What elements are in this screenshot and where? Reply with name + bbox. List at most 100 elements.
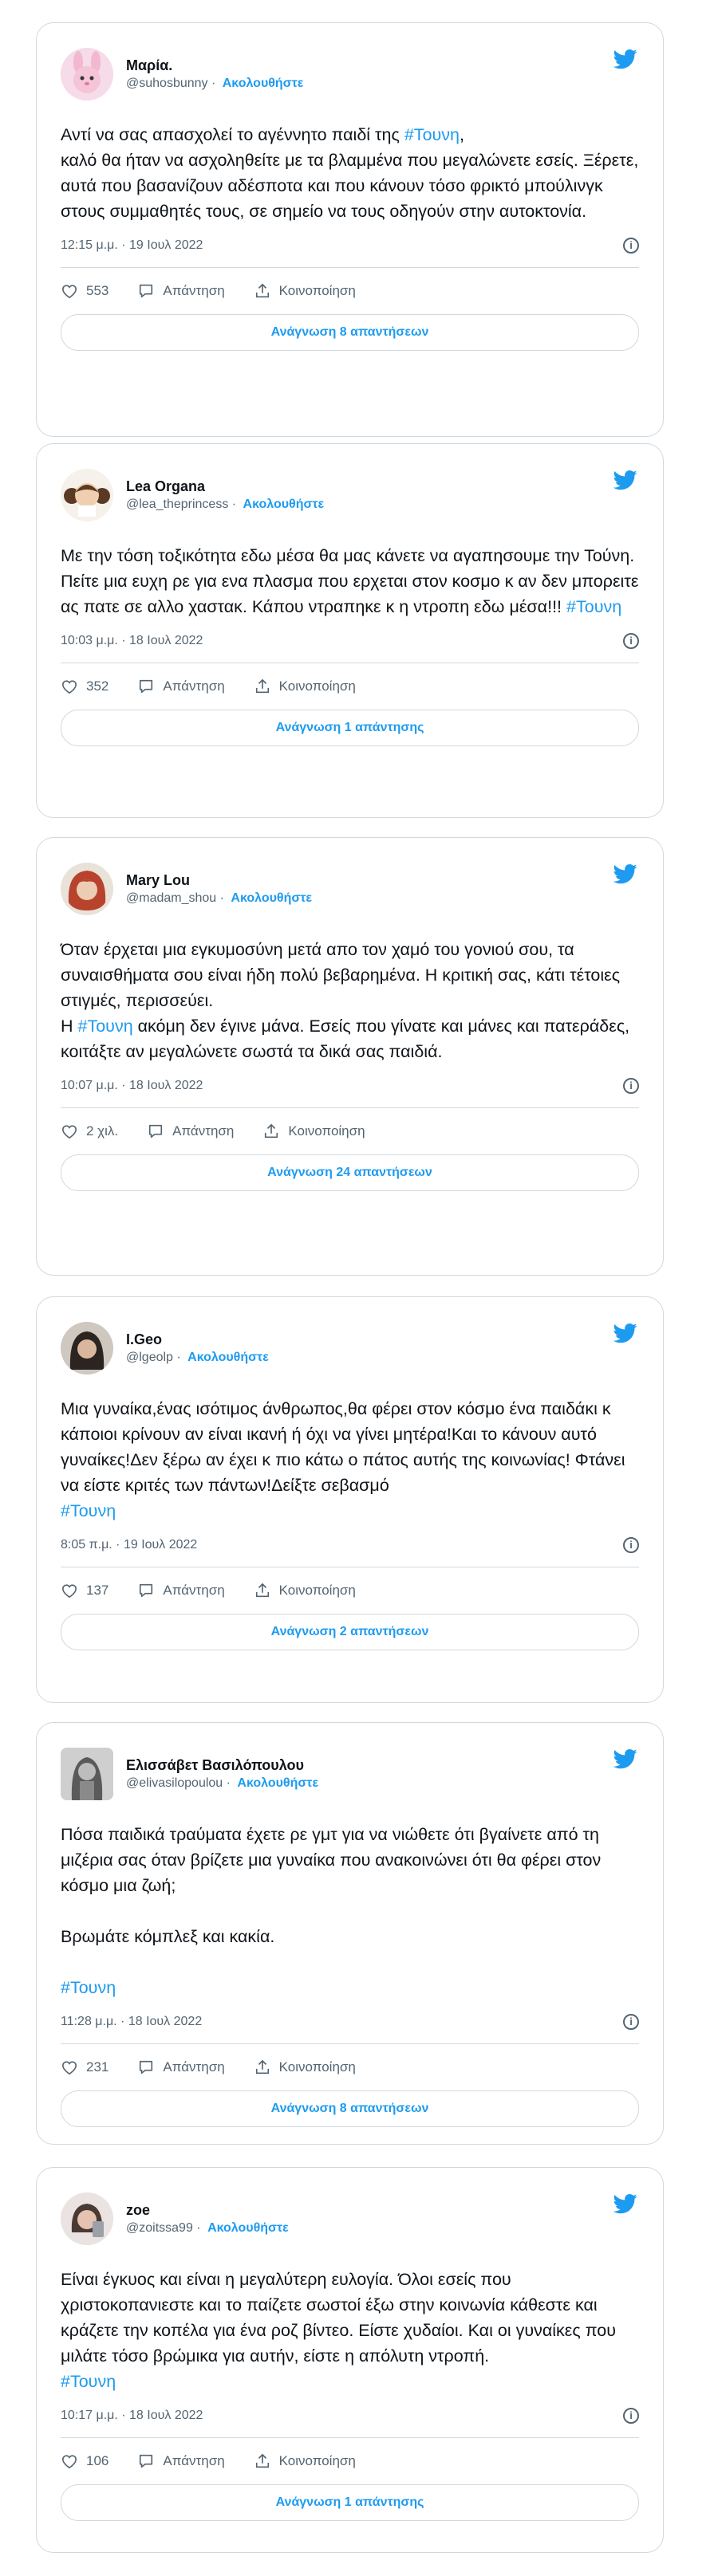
like-count: 231 bbox=[86, 2059, 109, 2075]
tweet-header: Mary Lou @madam_shou · Ακολουθήστε bbox=[61, 859, 639, 919]
follow-button[interactable]: Ακολουθήστε bbox=[231, 891, 312, 905]
author-handle[interactable]: @suhosbunny bbox=[126, 77, 208, 90]
tweet-text: Μια γυναίκα,ένας ισότιμος άνθρωπος,θα φέ… bbox=[61, 1399, 625, 1520]
heart-icon bbox=[61, 285, 77, 299]
author-name[interactable]: zoe bbox=[126, 2200, 612, 2220]
tweet-text: Αντί να σας απασχολεί το αγέννητο παιδί … bbox=[61, 125, 639, 221]
author-name[interactable]: Ελισσάβετ Βασιλόπουλου bbox=[126, 1756, 612, 1775]
share-icon bbox=[265, 1123, 278, 1139]
heart-icon bbox=[61, 1584, 77, 1599]
like-button[interactable]: 231 bbox=[61, 2059, 108, 2075]
hashtag-link[interactable]: #Τουνη bbox=[404, 125, 460, 144]
hashtag-link[interactable]: #Τουνη bbox=[566, 597, 621, 616]
tweet-header: I.Geo @lgeolp · Ακολουθήστε bbox=[61, 1318, 639, 1378]
twitter-bird-icon[interactable] bbox=[612, 862, 639, 886]
info-icon[interactable]: i bbox=[623, 2408, 639, 2424]
like-count: 553 bbox=[86, 283, 109, 298]
info-icon[interactable]: i bbox=[623, 2014, 639, 2030]
reply-button[interactable]: Απάντηση bbox=[137, 2453, 225, 2469]
twitter-bird-icon[interactable] bbox=[612, 1321, 639, 1345]
follow-button[interactable]: Ακολουθήστε bbox=[187, 1351, 269, 1364]
hashtag-link[interactable]: #Τουνη bbox=[61, 1501, 116, 1520]
twitter-bird-icon[interactable] bbox=[612, 2192, 639, 2216]
grayscale-portrait-icon[interactable] bbox=[61, 1748, 113, 1800]
follow-button[interactable]: Ακολουθήστε bbox=[237, 1776, 318, 1790]
read-replies-button[interactable]: Ανάγνωση 24 απαντήσεων bbox=[61, 1154, 639, 1191]
info-icon[interactable]: i bbox=[623, 1078, 639, 1094]
reply-button[interactable]: Απάντηση bbox=[147, 1123, 234, 1139]
author-name[interactable]: Μαρία. bbox=[126, 56, 612, 75]
tweet-header: Μαρία. @suhosbunny · Ακολουθήστε bbox=[61, 44, 639, 104]
twitter-bird-icon[interactable] bbox=[612, 468, 639, 492]
tweet-text: Με την τόση τοξικότητα εδω μέσα θα μας κ… bbox=[61, 546, 639, 616]
hashtag-link[interactable]: #Τουνη bbox=[61, 2372, 116, 2391]
author-name[interactable]: I.Geo bbox=[126, 1330, 612, 1349]
tweet-header: Ελισσάβετ Βασιλόπουλου @elivasilopoulou … bbox=[61, 1744, 639, 1804]
share-button[interactable]: Κοινοποίηση bbox=[254, 678, 356, 694]
reply-button[interactable]: Απάντηση bbox=[137, 2059, 225, 2075]
heart-icon bbox=[61, 2455, 77, 2469]
share-button[interactable]: Κοινοποίηση bbox=[262, 1123, 365, 1139]
read-replies-button[interactable]: Ανάγνωση 1 απάντησης bbox=[61, 710, 639, 746]
tweet-timestamp[interactable]: 12:15 μ.μ. · 19 Ιουλ 2022 bbox=[61, 238, 203, 253]
heart-icon bbox=[61, 680, 77, 694]
tweet-timestamp[interactable]: 10:07 μ.μ. · 18 Ιουλ 2022 bbox=[61, 1079, 203, 1093]
twitter-bird-icon[interactable] bbox=[612, 47, 639, 71]
author-handle[interactable]: @madam_shou bbox=[126, 891, 216, 905]
tweet-timestamp[interactable]: 11:28 μ.μ. · 18 Ιουλ 2022 bbox=[61, 2015, 202, 2029]
red-hair-avatar-icon[interactable] bbox=[61, 863, 113, 915]
share-button[interactable]: Κοινοποίηση bbox=[254, 2059, 356, 2075]
read-replies-button[interactable]: Ανάγνωση 1 απάντησης bbox=[61, 2484, 639, 2521]
tweet-timestamp[interactable]: 10:17 μ.μ. · 18 Ιουλ 2022 bbox=[61, 2409, 203, 2423]
info-icon[interactable]: i bbox=[623, 238, 639, 254]
reply-button[interactable]: Απάντηση bbox=[137, 283, 225, 299]
share-button[interactable]: Κοινοποίηση bbox=[254, 2453, 356, 2469]
like-button[interactable]: 106 bbox=[61, 2453, 108, 2469]
share-icon bbox=[255, 283, 269, 298]
twitter-bird-icon[interactable] bbox=[612, 1747, 639, 1771]
reply-bubble-icon bbox=[149, 1124, 163, 1139]
info-icon[interactable]: i bbox=[623, 633, 639, 649]
tweet-card: zoe @zoitssa99 · Ακολουθήστε Είναι έγκυο… bbox=[36, 2167, 664, 2553]
follow-button[interactable]: Ακολουθήστε bbox=[223, 77, 304, 90]
author-handle[interactable]: @lea_theprincess bbox=[126, 498, 228, 511]
read-replies-button[interactable]: Ανάγνωση 8 απαντήσεων bbox=[61, 2090, 639, 2127]
read-replies-button[interactable]: Ανάγνωση 8 απαντήσεων bbox=[61, 314, 639, 351]
author-handle[interactable]: @lgeolp bbox=[126, 1351, 173, 1364]
info-icon[interactable]: i bbox=[623, 1537, 639, 1553]
hashtag-link[interactable]: #Τουνη bbox=[78, 1017, 133, 1036]
reply-bubble-icon bbox=[140, 284, 153, 298]
tweet-timestamp[interactable]: 8:05 π.μ. · 19 Ιουλ 2022 bbox=[61, 1538, 197, 1552]
dark-hair-avatar-icon[interactable] bbox=[61, 1322, 113, 1375]
tweet-card: Lea Organa @lea_theprincess · Ακολουθήστ… bbox=[36, 443, 664, 818]
tweet-feed: Μαρία. @suhosbunny · Ακολουθήστε Αντί να… bbox=[0, 0, 718, 2576]
tweet-timestamp[interactable]: 10:03 μ.μ. · 18 Ιουλ 2022 bbox=[61, 634, 203, 648]
share-icon bbox=[255, 2453, 269, 2468]
follow-button[interactable]: Ακολουθήστε bbox=[243, 498, 325, 511]
selfie-avatar-icon[interactable] bbox=[61, 2193, 113, 2245]
author-handle[interactable]: @zoitssa99 bbox=[126, 2221, 193, 2235]
tweet-card: I.Geo @lgeolp · Ακολουθήστε Μια γυναίκα,… bbox=[36, 1296, 664, 1703]
tweet-text: Πόσα παιδικά τραύματα έχετε ρε γμτ για ν… bbox=[61, 1825, 602, 1997]
tweet-card: Mary Lou @madam_shou · Ακολουθήστε Όταν … bbox=[36, 837, 664, 1276]
hashtag-link[interactable]: #Τουνη bbox=[61, 1978, 116, 1997]
tweet-card: Μαρία. @suhosbunny · Ακολουθήστε Αντί να… bbox=[36, 22, 664, 437]
author-name[interactable]: Mary Lou bbox=[126, 871, 612, 890]
follow-button[interactable]: Ακολουθήστε bbox=[207, 2221, 289, 2235]
like-button[interactable]: 2 χιλ. bbox=[61, 1123, 118, 1139]
reply-button[interactable]: Απάντηση bbox=[137, 1583, 225, 1599]
like-button[interactable]: 553 bbox=[61, 283, 108, 299]
author-handle[interactable]: @elivasilopoulou bbox=[126, 1776, 223, 1790]
share-button[interactable]: Κοινοποίηση bbox=[254, 1583, 356, 1599]
princess-leia-icon[interactable] bbox=[61, 469, 113, 521]
pink-bunny-icon[interactable] bbox=[61, 48, 113, 100]
share-icon bbox=[255, 2059, 269, 2075]
like-button[interactable]: 352 bbox=[61, 678, 108, 694]
share-button[interactable]: Κοινοποίηση bbox=[254, 283, 356, 299]
tweet-header: Lea Organa @lea_theprincess · Ακολουθήστ… bbox=[61, 465, 639, 525]
author-name[interactable]: Lea Organa bbox=[126, 477, 612, 496]
read-replies-button[interactable]: Ανάγνωση 2 απαντήσεων bbox=[61, 1614, 639, 1650]
like-button[interactable]: 137 bbox=[61, 1583, 108, 1599]
reply-bubble-icon bbox=[140, 1583, 153, 1598]
reply-button[interactable]: Απάντηση bbox=[137, 678, 225, 694]
